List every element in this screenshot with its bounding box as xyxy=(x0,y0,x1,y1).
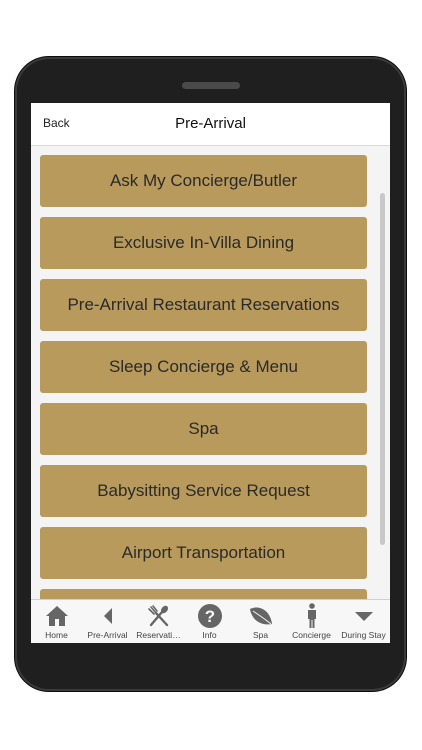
menu-item-airport-transportation[interactable]: Airport Transportation xyxy=(40,527,367,579)
svg-text:?: ? xyxy=(204,607,214,626)
speaker-grille xyxy=(182,82,240,89)
menu-item-sleep-concierge[interactable]: Sleep Concierge & Menu xyxy=(40,341,367,393)
page-title: Pre-Arrival xyxy=(175,115,246,132)
menu-item-label: Babysitting Service Request xyxy=(97,481,310,500)
tab-label: Reservati… xyxy=(136,630,181,640)
menu-item-label: Sleep Concierge & Menu xyxy=(108,357,298,376)
menu-item-label: Exclusive In-Villa Dining xyxy=(112,233,295,252)
menu-item-babysitting[interactable]: Babysitting Service Request xyxy=(40,465,367,517)
tab-label: Spa xyxy=(252,630,269,640)
tab-label: Pre-Arrival xyxy=(87,630,128,640)
scrollbar[interactable] xyxy=(380,193,385,545)
menu-item-label: Ask My Concierge/Butler xyxy=(109,171,298,190)
back-arrow-icon xyxy=(82,603,133,629)
tab-reservations[interactable]: Reservati… xyxy=(133,600,184,643)
tab-during-stay[interactable]: During Stay xyxy=(337,600,390,643)
tab-pre-arrival[interactable]: Pre-Arrival xyxy=(82,600,133,643)
tab-home[interactable]: Home xyxy=(31,600,82,643)
menu-item-spa[interactable]: Spa xyxy=(40,403,367,455)
triangle-down-icon xyxy=(337,603,390,629)
menu-item-label: Airport Transportation xyxy=(121,543,286,562)
fork-knife-icon xyxy=(133,603,184,629)
tab-label: During Stay xyxy=(341,630,386,640)
question-icon: ? xyxy=(184,603,235,629)
menu-item-partial[interactable] xyxy=(40,589,367,599)
tab-label: Concierge xyxy=(292,630,331,640)
tab-label: Home xyxy=(45,630,68,640)
person-icon xyxy=(286,603,337,629)
menu-list[interactable]: Ask My Concierge/Butler Exclusive In-Vil… xyxy=(31,146,390,599)
menu-item-label: Pre-Arrival Restaurant Reservations xyxy=(67,295,340,314)
tab-info[interactable]: ? Info xyxy=(184,600,235,643)
tab-concierge[interactable]: Concierge xyxy=(286,600,337,643)
leaf-icon xyxy=(235,603,286,629)
navigation-bar: Back Pre-Arrival xyxy=(31,103,390,146)
menu-item-label: Spa xyxy=(188,419,219,438)
menu-item-ask-concierge[interactable]: Ask My Concierge/Butler xyxy=(40,155,367,207)
tab-spa[interactable]: Spa xyxy=(235,600,286,643)
tab-bar: Home Pre-Arrival Reservati… ? Info Spa C… xyxy=(31,599,390,643)
tab-label: Info xyxy=(202,630,217,640)
menu-item-in-villa-dining[interactable]: Exclusive In-Villa Dining xyxy=(40,217,367,269)
menu-item-restaurant-reservations[interactable]: Pre-Arrival Restaurant Reservations xyxy=(40,279,367,331)
home-icon xyxy=(31,603,82,629)
app-screen: Back Pre-Arrival Ask My Concierge/Butler… xyxy=(31,103,390,643)
